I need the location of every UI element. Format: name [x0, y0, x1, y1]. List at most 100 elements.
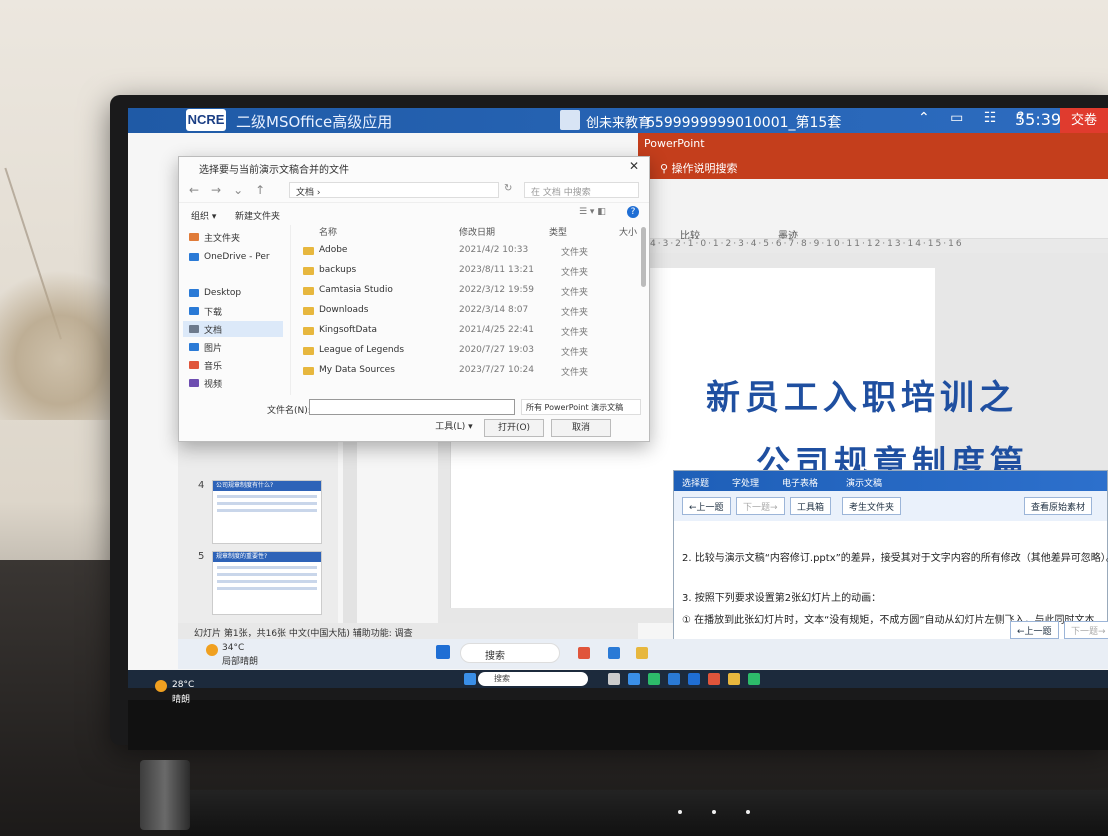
- folder-icon: [189, 307, 199, 315]
- windows-start-icon[interactable]: [464, 673, 476, 685]
- slide-thumbnail-4[interactable]: 公司规章制度有什么?: [212, 480, 322, 544]
- helper-tab[interactable]: 演示文稿: [846, 476, 882, 489]
- new-folder-button[interactable]: 新建文件夹: [235, 209, 280, 222]
- file-row[interactable]: Camtasia Studio 2022/3/12 19:59 文件夹: [291, 281, 641, 301]
- monitor-stand: [140, 760, 190, 830]
- folder-icon: [189, 325, 199, 333]
- file-row[interactable]: League of Legends 2020/7/27 19:03 文件夹: [291, 341, 641, 361]
- nav-item-label: Desktop: [204, 288, 242, 298]
- nav-item-label: 视频: [204, 379, 223, 390]
- folder-icon: [303, 327, 314, 335]
- folder-icon: [303, 367, 314, 375]
- weather-icon: [206, 644, 218, 656]
- nav-item[interactable]: OneDrive - Per: [189, 249, 270, 265]
- next-question-bottom[interactable]: 下一题→: [1064, 621, 1108, 639]
- app-icon[interactable]: [578, 647, 590, 659]
- nav-item[interactable]: 图片: [189, 339, 222, 355]
- nav-item[interactable]: 音乐: [189, 357, 222, 373]
- help-icon[interactable]: ?: [627, 206, 639, 218]
- tell-me-search[interactable]: ⚲ 操作说明搜索: [660, 160, 738, 176]
- file-row[interactable]: My Data Sources 2023/7/27 10:24 文件夹: [291, 361, 641, 381]
- file-type: 文件夹: [561, 288, 589, 298]
- windows-start-icon[interactable]: [436, 645, 450, 659]
- refresh-icon[interactable]: ↻: [504, 183, 512, 194]
- nav-item[interactable]: 视频: [189, 375, 222, 391]
- file-type: 文件夹: [561, 268, 589, 278]
- slide-thumbnail-5[interactable]: 规章制度的重要性?: [212, 551, 322, 615]
- ppt-window-title: PowerPoint: [644, 137, 705, 150]
- taskbar-search[interactable]: 搜索: [460, 643, 560, 663]
- scrollbar[interactable]: [641, 227, 646, 287]
- left-temp: 28°C: [172, 680, 195, 690]
- tools-menu[interactable]: 工具(L) ▾: [431, 419, 477, 437]
- file-type: 文件夹: [561, 308, 589, 318]
- column-size[interactable]: 大小: [619, 225, 637, 238]
- slide-title-line1: 新员工入职培训之: [706, 378, 1018, 418]
- app-icon[interactable]: [648, 673, 660, 685]
- file-type: 文件夹: [561, 348, 589, 358]
- dialog-toolbar: 组织 ▾ 新建文件夹 ☰ ▾ ◧ ?: [179, 203, 649, 225]
- app-icon[interactable]: [708, 673, 720, 685]
- ribbon: 比较 墨迹: [638, 179, 1108, 242]
- app-icon[interactable]: [728, 673, 740, 685]
- navigation-pane: 主文件夹 OneDrive - Per Desktop 下载文档图片音乐视频: [179, 225, 291, 395]
- folder-icon: [189, 343, 199, 351]
- merge-file-dialog: 选择要与当前演示文稿合并的文件 ✕ ←→⌄↑ 文档 › ↻ 在 文档 中搜索 组…: [178, 156, 650, 442]
- ribbon-compare-group[interactable]: [668, 199, 788, 225]
- file-type: 文件夹: [561, 248, 589, 258]
- student-folder-button[interactable]: 考生文件夹: [842, 497, 902, 515]
- prev-question-button[interactable]: ←上一题: [682, 497, 731, 515]
- file-row[interactable]: Downloads 2022/3/14 8:07 文件夹: [291, 301, 641, 321]
- app-icon[interactable]: [668, 673, 680, 685]
- nav-arrows-icon[interactable]: ←→⌄↑: [189, 183, 277, 197]
- column-name[interactable]: 名称: [319, 225, 337, 238]
- filetype-select[interactable]: 所有 PowerPoint 演示文稿: [521, 399, 641, 415]
- filename-input[interactable]: [309, 399, 515, 415]
- view-options-icon[interactable]: ☰ ▾ ◧: [579, 207, 606, 217]
- task-3-text: 3. 按照下列要求设置第2张幻灯片上的动画：: [682, 593, 882, 604]
- next-question-button[interactable]: 下一题→: [736, 497, 785, 515]
- folder-icon[interactable]: [636, 647, 648, 659]
- app-icon[interactable]: [608, 647, 620, 659]
- exam-logo: NCRE: [186, 109, 226, 131]
- nav-item[interactable]: Desktop: [189, 285, 241, 301]
- file-name: Downloads: [319, 305, 369, 315]
- nav-item[interactable]: 文档: [183, 321, 283, 337]
- prev-question-bottom[interactable]: ←上一题: [1010, 621, 1059, 639]
- ppt-tellme-bar: ⚲ 操作说明搜索: [638, 155, 1108, 179]
- helper-tab[interactable]: 字处理: [732, 476, 759, 489]
- submit-exam-button[interactable]: 交卷: [1060, 108, 1108, 133]
- file-row[interactable]: Adobe 2021/4/2 10:33 文件夹: [291, 241, 641, 261]
- helper-tab[interactable]: 电子表格: [782, 476, 818, 489]
- folder-icon: [303, 267, 314, 275]
- countdown-timer: 55:39: [1015, 110, 1062, 129]
- close-icon[interactable]: ✕: [629, 159, 639, 173]
- app-icon[interactable]: [628, 673, 640, 685]
- open-button[interactable]: 打开(O): [484, 419, 544, 437]
- toolbox-button[interactable]: 工具箱: [790, 497, 832, 515]
- app-icon[interactable]: [748, 673, 760, 685]
- folder-icon: [303, 307, 314, 315]
- nav-item[interactable]: 主文件夹: [189, 229, 240, 245]
- thumb-title: 公司规章制度有什么?: [213, 481, 321, 491]
- file-row[interactable]: KingsoftData 2021/4/25 22:41 文件夹: [291, 321, 641, 341]
- cancel-button[interactable]: 取消: [551, 419, 611, 437]
- nav-item[interactable]: 下载: [189, 303, 222, 319]
- dialog-title: 选择要与当前演示文稿合并的文件: [199, 165, 349, 176]
- outer-search[interactable]: 搜索: [478, 672, 588, 686]
- tell-me-label: 操作说明搜索: [671, 162, 738, 175]
- weather-desc: 局部晴朗: [222, 657, 259, 667]
- helper-tab[interactable]: 选择题: [682, 476, 709, 489]
- column-type[interactable]: 类型: [549, 225, 567, 238]
- column-date[interactable]: 修改日期: [459, 225, 495, 238]
- view-original-button[interactable]: 查看原始素材: [1024, 497, 1093, 515]
- vertical-ruler: [343, 428, 357, 623]
- app-icon[interactable]: [608, 673, 620, 685]
- file-row[interactable]: backups 2023/8/11 13:21 文件夹: [291, 261, 641, 281]
- nav-item-label: 下载: [204, 307, 223, 318]
- organize-button[interactable]: 组织 ▾: [191, 209, 216, 222]
- photo-scene: NCRE 二级MSOffice高级应用 创未来教育 65999999990100…: [0, 0, 1108, 836]
- app-icon[interactable]: [688, 673, 700, 685]
- breadcrumb[interactable]: 文档 ›: [289, 182, 499, 198]
- search-input[interactable]: 在 文档 中搜索: [524, 182, 639, 198]
